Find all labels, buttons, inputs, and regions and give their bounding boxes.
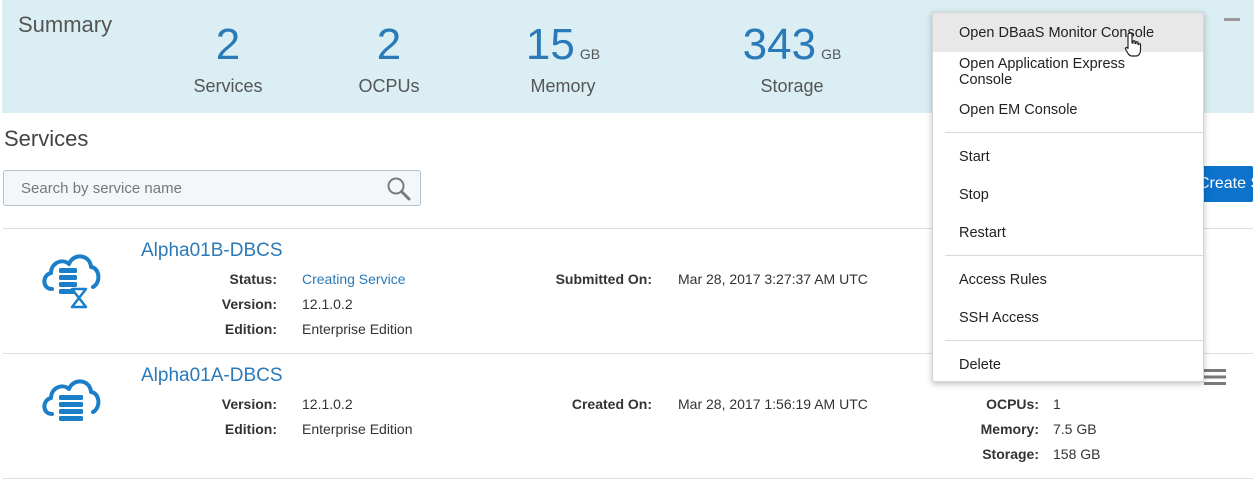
service-name-link[interactable]: Alpha01B-DBCS: [141, 240, 283, 262]
edition-value: Enterprise Edition: [302, 421, 413, 437]
metric-ocpus: 2 OCPUs: [309, 20, 469, 97]
menu-item-start[interactable]: Start: [933, 149, 1203, 165]
summary-title: Summary: [18, 12, 113, 37]
status-label: Status:: [229, 271, 277, 287]
version-label: Version:: [221, 296, 277, 312]
edition-value: Enterprise Edition: [302, 321, 413, 337]
menu-item-ssh-access[interactable]: SSH Access: [933, 310, 1203, 326]
edition-label: Edition:: [224, 321, 277, 337]
version-label: Version:: [221, 396, 277, 412]
menu-item-delete[interactable]: Delete: [933, 357, 1203, 373]
submitted-on-label: Submitted On:: [555, 271, 652, 287]
storage-value: 158 GB: [1053, 446, 1101, 462]
metric-label: Services: [193, 76, 263, 96]
cloud-database-icon: [42, 379, 101, 421]
version-value: 12.1.0.2: [302, 296, 353, 312]
menu-divider: [945, 340, 1203, 341]
metric-value: 15: [525, 20, 575, 69]
service-actions-menu: Open DBaaS Monitor Console Open Applicat…: [932, 12, 1204, 382]
metric-label: OCPUs: [358, 76, 420, 96]
metric-storage: 343 GB Storage: [712, 20, 872, 97]
menu-item-open-dbaas-monitor[interactable]: Open DBaaS Monitor Console: [933, 13, 1203, 52]
search-box: [3, 170, 421, 206]
service-name-link[interactable]: Alpha01A-DBCS: [141, 365, 283, 387]
metric-value: 343: [742, 20, 817, 69]
menu-item-restart[interactable]: Restart: [933, 225, 1203, 241]
metric-unit: GB: [579, 46, 601, 62]
mouse-pointer-icon: [1124, 32, 1142, 57]
created-on-label: Created On:: [571, 396, 652, 412]
menu-item-stop[interactable]: Stop: [933, 187, 1203, 203]
menu-item-access-rules[interactable]: Access Rules: [933, 272, 1203, 288]
edition-label: Edition:: [224, 421, 277, 437]
metric-services: 2 Services: [148, 20, 308, 97]
metric-unit: GB: [821, 46, 842, 62]
memory-value: 7.5 GB: [1053, 421, 1097, 437]
ocpus-value: 1: [1053, 396, 1061, 412]
submitted-on-value: Mar 28, 2017 3:27:37 AM UTC: [678, 271, 868, 287]
metric-memory: 15 GB Memory: [483, 20, 643, 97]
search-input[interactable]: [5, 172, 375, 204]
collapse-icon[interactable]: [1224, 18, 1240, 21]
memory-label: Memory:: [980, 421, 1039, 437]
metric-label: Memory: [530, 76, 596, 96]
ocpus-label: OCPUs:: [986, 396, 1039, 412]
menu-divider: [945, 132, 1203, 133]
storage-label: Storage:: [982, 446, 1039, 462]
hamburger-menu-icon[interactable]: [1204, 368, 1226, 386]
metric-label: Storage: [760, 76, 824, 96]
metric-value: 2: [376, 20, 402, 69]
services-title: Services: [4, 126, 89, 151]
search-icon[interactable]: [386, 176, 412, 202]
menu-divider: [945, 255, 1203, 256]
metric-value: 2: [215, 20, 241, 69]
menu-item-open-apex-console[interactable]: Open Application Express Console: [933, 56, 1173, 88]
divider: [3, 478, 1253, 479]
menu-item-open-em-console[interactable]: Open EM Console: [933, 102, 1203, 118]
cloud-database-creating-icon: [42, 254, 101, 309]
version-value: 12.1.0.2: [302, 396, 353, 412]
status-value[interactable]: Creating Service: [302, 271, 406, 287]
created-on-value: Mar 28, 2017 1:56:19 AM UTC: [678, 396, 868, 412]
